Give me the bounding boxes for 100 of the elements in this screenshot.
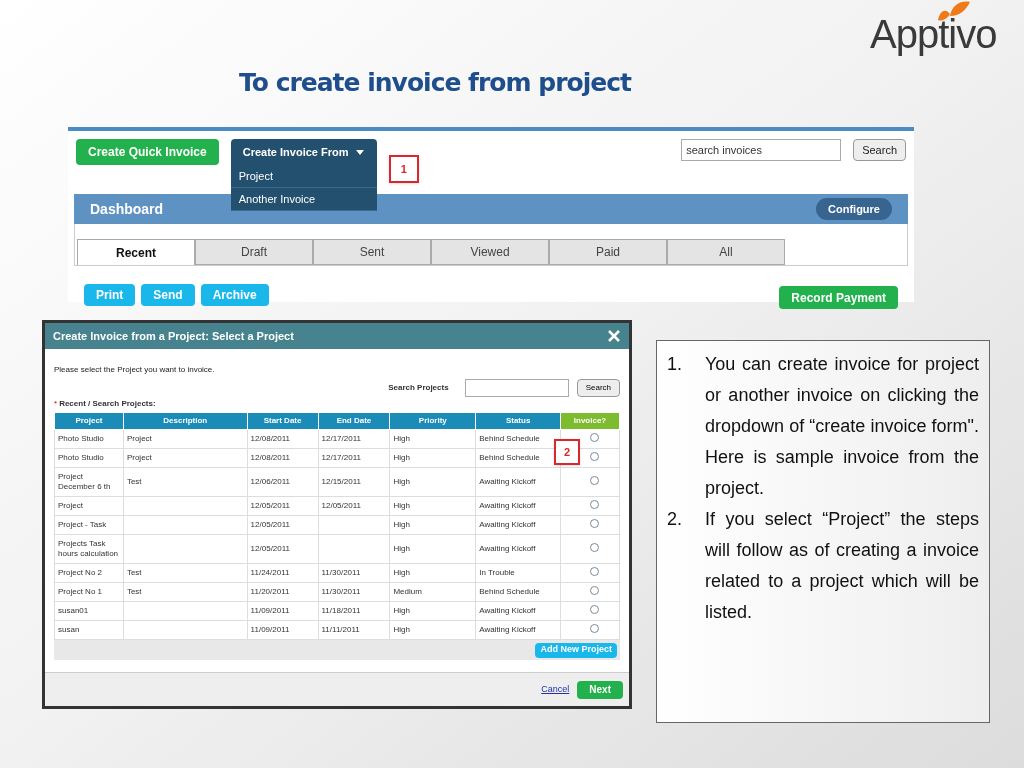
table-cell: High	[389, 563, 476, 583]
table-cell: Project No 2	[54, 563, 124, 583]
note-text: You can create invoice for project or another invoice on clicking the dropdown of “create invoice form". Here is sample invoice from the project.	[705, 353, 979, 500]
callout-marker: 2	[554, 439, 580, 465]
table-cell: Behind Schedule	[475, 582, 561, 602]
configure-button[interactable]: Configure	[816, 198, 892, 220]
table-cell: 11/20/2011	[247, 582, 318, 602]
table-cell: Project	[123, 429, 248, 449]
table-cell: Awaiting Kickoff	[475, 601, 561, 621]
table-cell: 11/09/2011	[247, 620, 318, 640]
radio-button[interactable]	[590, 604, 599, 614]
table-cell: Photo Studio	[54, 429, 124, 449]
slide-title: To create invoice from project	[239, 67, 631, 99]
table-cell: 12/05/2011	[247, 515, 318, 535]
tab[interactable]: Sent	[313, 239, 431, 265]
table-cell: High	[389, 534, 476, 564]
column-header: Status	[475, 412, 561, 430]
search-label: Search Projects	[388, 382, 449, 394]
section-label: Recent / Search Projects:	[59, 398, 156, 410]
table-cell: 12/06/2011	[247, 467, 318, 497]
radio-button[interactable]	[590, 542, 599, 552]
table-cell: High	[389, 601, 476, 621]
table-cell: Project	[123, 448, 248, 468]
radio-button[interactable]	[590, 623, 599, 633]
dialog-title: Create Invoice from a Project: Select a Project	[53, 328, 294, 344]
column-header: End Date	[318, 412, 390, 430]
radio-button[interactable]	[590, 451, 599, 461]
close-icon[interactable]	[607, 329, 621, 343]
column-header: Project	[54, 412, 124, 430]
table-cell	[318, 515, 390, 535]
table-cell: 11/09/2011	[247, 601, 318, 621]
table-cell: Awaiting Kickoff	[475, 515, 561, 535]
required-mark: *	[54, 398, 58, 410]
table-cell: 12/17/2011	[318, 448, 390, 468]
table-cell: Photo Studio	[54, 448, 124, 468]
cancel-link[interactable]: Cancel	[541, 682, 570, 697]
note-text: If you select “Project” the steps will follow as of creating a invoice related to a project which will be listed.	[705, 508, 979, 624]
dashboard-title: Dashboard	[90, 199, 164, 219]
table-cell	[318, 534, 390, 564]
table-cell: Project No 1	[54, 582, 124, 602]
table-cell: High	[389, 448, 476, 468]
column-header: Invoice?	[560, 412, 620, 430]
tab[interactable]: Draft	[195, 239, 313, 265]
table-cell: High	[389, 515, 476, 535]
table-cell: High	[389, 620, 476, 640]
column-header: Description	[123, 412, 248, 430]
radio-button[interactable]	[590, 566, 599, 576]
table-cell: 11/18/2011	[318, 601, 390, 621]
column-header: Start Date	[247, 412, 318, 430]
callout-marker: 1	[388, 155, 419, 183]
table-cell: Test	[123, 467, 248, 497]
logo-text: Apptivo	[870, 14, 997, 54]
table-cell: High	[389, 467, 476, 497]
tab[interactable]: Viewed	[431, 239, 549, 265]
table-cell: 12/15/2011	[318, 467, 390, 497]
table-cell: Test	[123, 563, 248, 583]
tab[interactable]: All	[667, 239, 785, 265]
create-invoice-from-dropdown[interactable]: Create Invoice From	[230, 139, 377, 165]
table-cell: Project	[54, 496, 124, 516]
table-cell: 12/17/2011	[318, 429, 390, 449]
radio-button[interactable]	[590, 499, 599, 509]
table-cell: High	[389, 496, 476, 516]
table-cell: 12/08/2011	[247, 429, 318, 449]
list-number: 2.	[667, 508, 683, 531]
table-cell: Project - Task	[54, 515, 124, 535]
column-header: Priority	[389, 412, 476, 430]
table-cell: In Trouble	[475, 563, 561, 583]
radio-button[interactable]	[590, 585, 599, 595]
list-number: 1.	[667, 353, 683, 376]
table-cell: 11/30/2011	[318, 582, 390, 602]
table-cell: Test	[123, 582, 248, 602]
table-cell: 12/05/2011	[247, 534, 318, 564]
table-cell: susan	[54, 620, 124, 640]
search-button[interactable]: Search	[853, 139, 906, 161]
tab[interactable]: Recent	[77, 239, 195, 265]
table-cell: susan01	[54, 601, 124, 621]
table-cell: High	[389, 429, 476, 449]
table-cell: 12/05/2011	[318, 496, 390, 516]
table-cell: Projects Task hours calculation	[54, 534, 124, 564]
table-cell: Awaiting Kickoff	[475, 620, 561, 640]
table-cell: Awaiting Kickoff	[475, 467, 561, 497]
search-button[interactable]: Search	[576, 379, 620, 397]
search-field[interactable]: search invoices	[681, 139, 842, 161]
table-cell: 11/11/2011	[318, 620, 390, 640]
table-cell: 11/30/2011	[318, 563, 390, 583]
table-cell: 12/05/2011	[247, 496, 318, 516]
table-cell: Project December 6 th	[54, 467, 124, 497]
radio-button[interactable]	[590, 518, 599, 528]
menu-item[interactable]: Project	[230, 165, 377, 188]
instruction-text: Please select the Project you want to invoice.	[54, 364, 216, 376]
radio-button[interactable]	[590, 432, 599, 442]
radio-button[interactable]	[590, 475, 599, 485]
table-cell: Awaiting Kickoff	[475, 496, 561, 516]
table-cell: Awaiting Kickoff	[475, 534, 561, 564]
tab[interactable]: Paid	[549, 239, 667, 265]
search-field[interactable]	[464, 379, 569, 397]
table-cell: 11/24/2011	[247, 563, 318, 583]
table-cell: Medium	[389, 582, 476, 602]
table-cell: 12/08/2011	[247, 448, 318, 468]
caret-icon	[356, 149, 365, 155]
